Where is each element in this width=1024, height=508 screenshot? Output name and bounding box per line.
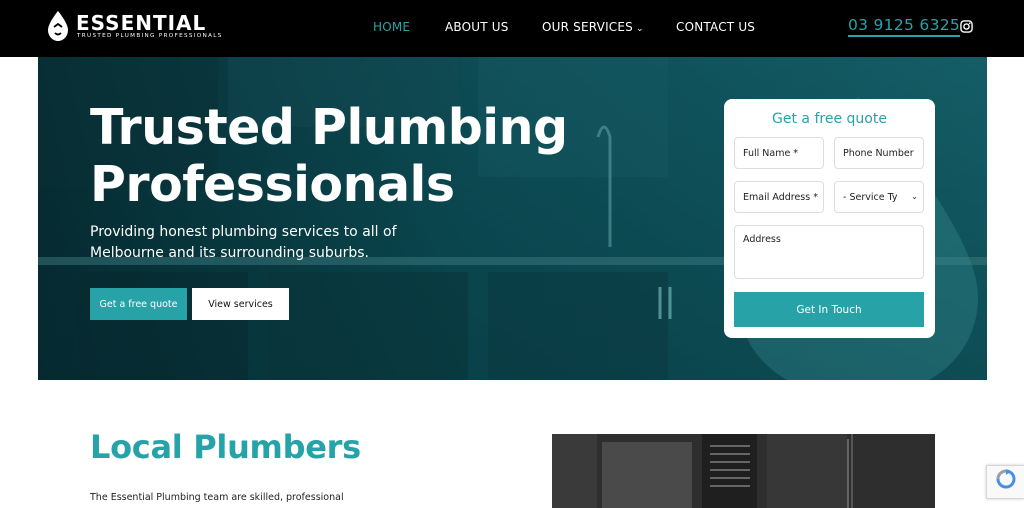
bathroom-image — [552, 434, 935, 508]
nav-home[interactable]: HOME — [373, 20, 410, 34]
water-drop-icon — [48, 11, 68, 41]
get-free-quote-button[interactable]: Get a free quote — [90, 288, 187, 320]
nav-our-services[interactable]: OUR SERVICES ⌄ — [542, 20, 644, 34]
phone-number-field[interactable]: Phone Number — [834, 137, 924, 169]
email-address-field[interactable]: Email Address * — [734, 181, 824, 213]
address-field[interactable]: Address — [734, 225, 924, 279]
full-name-field[interactable]: Full Name * — [734, 137, 824, 169]
view-services-button[interactable]: View services — [192, 288, 289, 320]
logo-name: ESSENTIAL — [76, 11, 207, 35]
hero-subtitle: Providing honest plumbing services to al… — [90, 224, 397, 261]
recaptcha-icon — [996, 469, 1016, 489]
site-logo[interactable]: ESSENTIAL TRUSTED PLUMBING PROFESSIONALS — [45, 10, 235, 44]
section-title: Local Plumbers — [90, 428, 361, 466]
site-header: ESSENTIAL TRUSTED PLUMBING PROFESSIONALS… — [0, 0, 1024, 57]
nav-contact-us[interactable]: CONTACT US — [676, 20, 755, 34]
nav-about-us[interactable]: ABOUT US — [445, 20, 509, 34]
chevron-down-icon: ⌄ — [911, 192, 918, 201]
get-in-touch-button[interactable]: Get In Touch — [734, 292, 924, 327]
recaptcha-badge[interactable] — [986, 465, 1024, 499]
section-text: The Essential Plumbing team are skilled,… — [90, 492, 344, 503]
quote-form: Get a free quote Full Name * Phone Numbe… — [724, 99, 935, 338]
service-type-value: - Service Ty — [843, 191, 898, 203]
phone-link[interactable]: 03 9125 6325 — [848, 16, 961, 37]
chevron-down-icon: ⌄ — [636, 24, 644, 34]
quote-form-title: Get a free quote — [772, 111, 887, 127]
instagram-icon[interactable] — [960, 20, 973, 33]
bathroom-photo — [552, 434, 935, 508]
nav-our-services-label: OUR SERVICES — [542, 20, 633, 34]
service-type-select[interactable]: - Service Ty ⌄ — [834, 181, 924, 213]
logo-tagline: TRUSTED PLUMBING PROFESSIONALS — [77, 33, 223, 39]
hero-title: Trusted Plumbing Professionals — [90, 99, 568, 213]
